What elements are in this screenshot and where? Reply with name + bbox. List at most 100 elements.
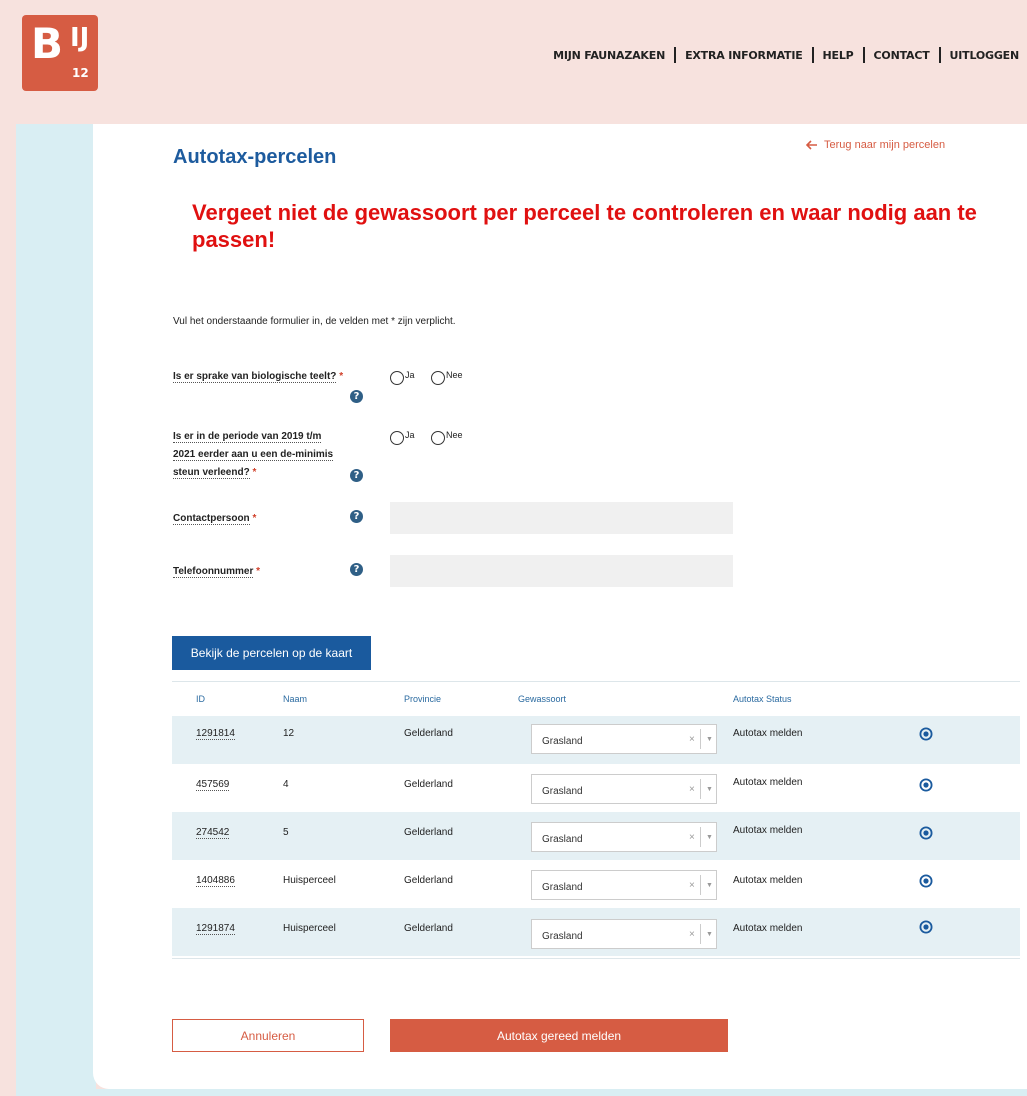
nav-uitloggen[interactable]: UITLOGGEN xyxy=(950,49,1020,62)
parcel-province: Gelderland xyxy=(404,728,453,739)
required-marker: * xyxy=(252,513,257,524)
radio-ja[interactable]: Ja xyxy=(390,430,415,445)
clear-icon[interactable]: × xyxy=(689,929,695,940)
select-divider xyxy=(700,875,701,895)
bij12-logo[interactable]: B IJ 12 xyxy=(22,15,98,91)
help-icon[interactable]: ? xyxy=(350,469,363,482)
chevron-down-icon[interactable]: ▼ xyxy=(706,882,713,889)
view-icon[interactable] xyxy=(919,826,933,840)
crop-select-value: Grasland xyxy=(542,786,583,797)
column-header-provincie[interactable]: Provincie xyxy=(404,694,441,704)
radio-label: Ja xyxy=(405,430,415,440)
view-icon[interactable] xyxy=(919,920,933,934)
chevron-down-icon[interactable]: ▼ xyxy=(706,786,713,793)
autotax-status: Autotax melden xyxy=(733,923,803,934)
top-navigation: MIJN FAUNAZAKEN EXTRA INFORMATIE HELP CO… xyxy=(553,47,1019,63)
nav-separator xyxy=(938,47,941,63)
parcel-name: 5 xyxy=(283,827,289,838)
help-icon[interactable]: ? xyxy=(350,510,363,523)
autotax-ready-button[interactable]: Autotax gereed melden xyxy=(390,1019,728,1052)
chevron-down-icon[interactable]: ▼ xyxy=(706,736,713,743)
autotax-status: Autotax melden xyxy=(733,875,803,886)
table-header: ID Naam Provincie Gewassoort Autotax Sta… xyxy=(172,681,1020,716)
parcel-province: Gelderland xyxy=(404,827,453,838)
logo-number: 12 xyxy=(72,66,89,80)
radio-circle xyxy=(390,371,404,385)
required-marker: * xyxy=(252,467,257,478)
nav-help[interactable]: HELP xyxy=(823,49,854,62)
table-row: 1291874 Huisperceel Gelderland Grasland … xyxy=(172,908,1020,956)
select-divider xyxy=(700,729,701,749)
question-label-line: 2021 eerder aan u een de-minimis xyxy=(173,449,334,461)
parcel-id[interactable]: 1404886 xyxy=(196,875,235,887)
contactpersoon-input[interactable] xyxy=(390,502,733,534)
required-marker: * xyxy=(339,371,344,382)
radio-circle xyxy=(431,371,445,385)
nav-extra-informatie[interactable]: EXTRA INFORMATIE xyxy=(685,49,803,62)
clear-icon[interactable]: × xyxy=(689,832,695,843)
view-icon[interactable] xyxy=(919,874,933,888)
crop-select-value: Grasland xyxy=(542,736,583,747)
crop-select[interactable]: Grasland × ▼ xyxy=(531,774,717,804)
view-icon[interactable] xyxy=(919,778,933,792)
back-link-label: Terug naar mijn percelen xyxy=(824,139,946,151)
view-parcels-map-button[interactable]: Bekijk de percelen op de kaart xyxy=(172,636,371,670)
chevron-down-icon[interactable]: ▼ xyxy=(706,834,713,841)
bottom-background-band xyxy=(16,1089,1027,1096)
table-bottom-border xyxy=(172,958,1020,959)
question-label-line: Is er in de periode van 2019 t/m xyxy=(173,431,322,443)
column-header-naam[interactable]: Naam xyxy=(283,694,307,704)
required-marker: * xyxy=(256,566,261,577)
autotax-status: Autotax melden xyxy=(733,777,803,788)
crop-select-value: Grasland xyxy=(542,882,583,893)
nav-mijn-faunazaken[interactable]: MIJN FAUNAZAKEN xyxy=(553,49,665,62)
clear-icon[interactable]: × xyxy=(689,734,695,745)
autotax-status: Autotax melden xyxy=(733,825,803,836)
parcel-name: 4 xyxy=(283,779,289,790)
clear-icon[interactable]: × xyxy=(689,880,695,891)
parcel-id[interactable]: 1291814 xyxy=(196,728,235,740)
column-header-id[interactable]: ID xyxy=(196,694,205,704)
crop-select[interactable]: Grasland × ▼ xyxy=(531,724,717,754)
telefoonnummer-input[interactable] xyxy=(390,555,733,587)
logo-letters-ij: IJ xyxy=(70,23,90,53)
field-label: Contactpersoon xyxy=(173,513,250,525)
clear-icon[interactable]: × xyxy=(689,784,695,795)
radio-nee[interactable]: Nee xyxy=(431,370,463,385)
parcel-id[interactable]: 1291874 xyxy=(196,923,235,935)
column-header-autotax-status[interactable]: Autotax Status xyxy=(733,694,792,704)
radio-circle xyxy=(431,431,445,445)
crop-select[interactable]: Grasland × ▼ xyxy=(531,919,717,949)
table-row: 1404886 Huisperceel Gelderland Grasland … xyxy=(172,860,1020,908)
table-row: 1291814 12 Gelderland Grasland × ▼ Autot… xyxy=(172,716,1020,764)
crop-select[interactable]: Grasland × ▼ xyxy=(531,870,717,900)
form-intro: Vul het onderstaande formulier in, de ve… xyxy=(173,316,456,327)
nav-separator xyxy=(811,47,814,63)
left-background-band xyxy=(16,124,96,1096)
view-icon[interactable] xyxy=(919,727,933,741)
radio-nee[interactable]: Nee xyxy=(431,430,463,445)
parcel-province: Gelderland xyxy=(404,779,453,790)
nav-contact[interactable]: CONTACT xyxy=(874,49,930,62)
table-row: 274542 5 Gelderland Grasland × ▼ Autotax… xyxy=(172,812,1020,860)
radio-label: Nee xyxy=(446,430,463,440)
crop-select[interactable]: Grasland × ▼ xyxy=(531,822,717,852)
parcel-id[interactable]: 274542 xyxy=(196,827,230,839)
select-divider xyxy=(700,924,701,944)
question-de-minimis: Is er in de periode van 2019 t/m 2021 ee… xyxy=(173,428,373,482)
help-icon[interactable]: ? xyxy=(350,563,363,576)
question-biologische-teelt: Is er sprake van biologische teelt? * xyxy=(173,368,343,386)
logo-letter-b: B xyxy=(31,19,64,68)
help-icon[interactable]: ? xyxy=(350,390,363,403)
nav-separator xyxy=(674,47,677,63)
cancel-button[interactable]: Annuleren xyxy=(172,1019,364,1052)
question-label: Is er sprake van biologische teelt? xyxy=(173,371,337,383)
radio-ja[interactable]: Ja xyxy=(390,370,415,385)
chevron-down-icon[interactable]: ▼ xyxy=(706,931,713,938)
crop-select-value: Grasland xyxy=(542,834,583,845)
parcel-id[interactable]: 457569 xyxy=(196,779,230,791)
column-header-gewassoort[interactable]: Gewassoort xyxy=(518,694,566,704)
back-to-parcels-link[interactable]: Terug naar mijn percelen xyxy=(806,139,945,151)
telefoonnummer-label: Telefoonnummer * xyxy=(173,563,260,581)
field-label: Telefoonnummer xyxy=(173,566,254,578)
